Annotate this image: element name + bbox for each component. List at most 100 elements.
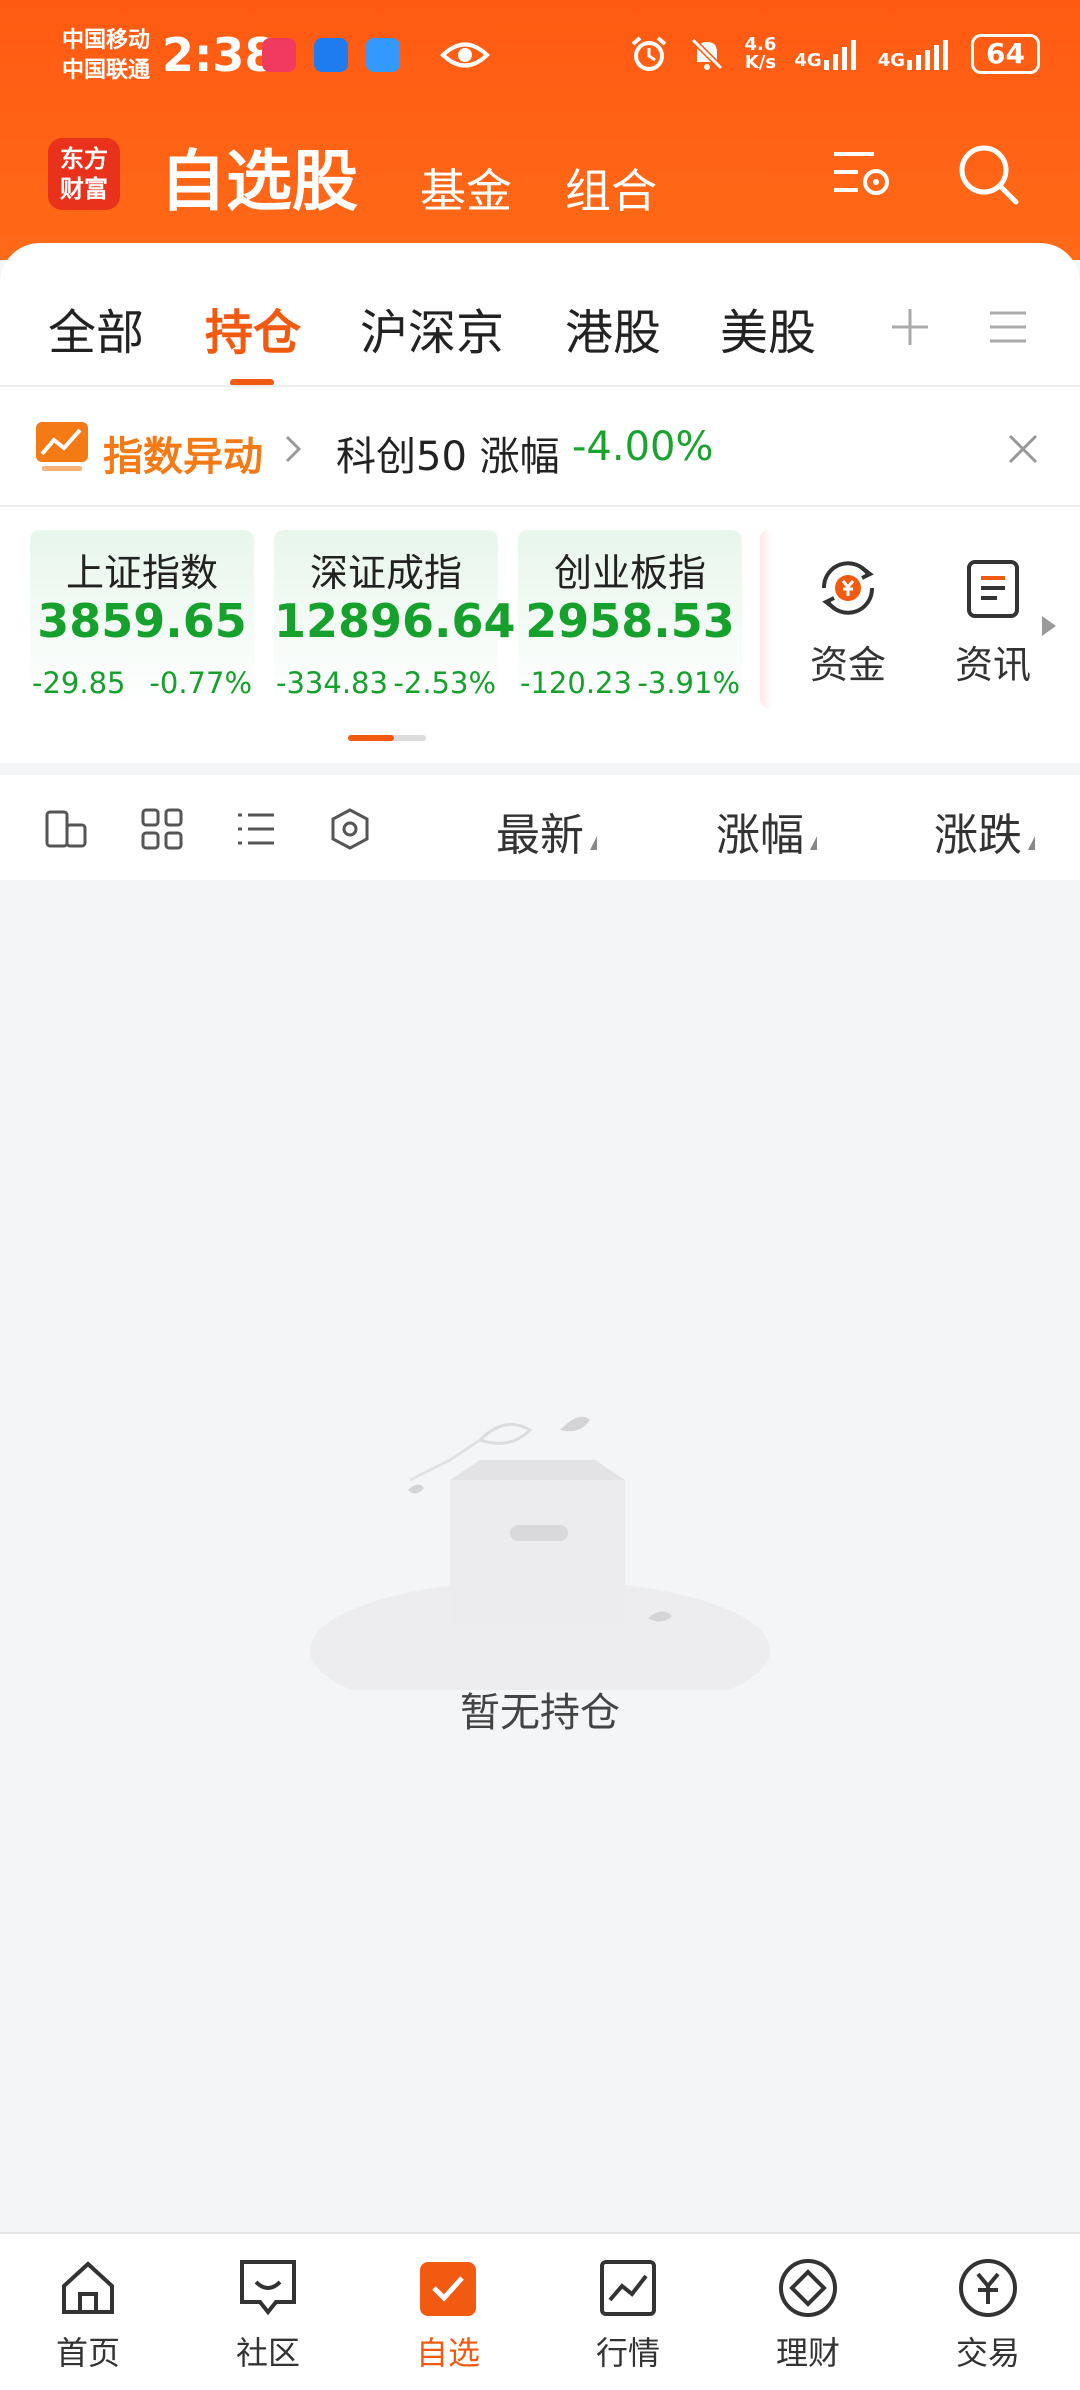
index-percent: -3.91% [637, 666, 740, 700]
alarm-icon [631, 36, 666, 71]
index-percent: -0.77% [149, 666, 252, 700]
tab-holdings[interactable]: 持仓 [205, 293, 301, 363]
clock: 2:38 [162, 28, 277, 82]
carrier-info: 中国移动 中国联通 [62, 26, 150, 86]
index-value: 12896.64 [274, 594, 516, 648]
index-change: -334.83 [276, 666, 388, 700]
nav-market[interactable]: 行情 [568, 2256, 688, 2374]
column-change-pct-label: 涨幅 [716, 810, 804, 861]
index-name: 上证指数 [65, 551, 218, 595]
index-card-partial [760, 530, 772, 708]
weather-icon [366, 38, 400, 72]
home-icon [62, 2261, 114, 2314]
index-card-cy[interactable]: 创业板指 2958.53 -120.23 -3.91% [518, 530, 742, 708]
list-toolbar: 最新 涨幅 涨跌 [0, 765, 1080, 880]
market-icon [600, 2260, 656, 2316]
nav-label: 首页 [55, 2334, 120, 2372]
divider [0, 385, 1080, 387]
nav-watchlist[interactable]: 自选 [388, 2256, 508, 2374]
column-change-label: 涨跌 [934, 810, 1022, 861]
app-logo[interactable]: 东方 财富 [48, 138, 120, 210]
nav-wealth[interactable]: 理财 [748, 2256, 868, 2374]
signal-bars-icon [907, 40, 949, 70]
nav-label: 理财 [775, 2334, 840, 2372]
signal-bars-icon [823, 40, 856, 70]
page-title[interactable]: 自选股 [160, 128, 358, 224]
column-latest-label: 最新 [496, 810, 584, 861]
app-header: 中国移动 中国联通 2:38 4.6 K/s 4G 4G 64 东方 财富 自选… [0, 0, 1080, 260]
sort-icon [590, 836, 597, 850]
news-icon [967, 560, 1019, 618]
carousel-pager-active [348, 735, 394, 741]
tab-all[interactable]: 全部 [48, 293, 144, 363]
index-value: 2958.53 [525, 594, 735, 648]
tab-a-shares[interactable]: 沪深京 [360, 293, 504, 363]
index-card-sh[interactable]: 上证指数 3859.65 -29.85 -0.77% [30, 530, 254, 708]
scroll-right-arrow-icon[interactable] [1040, 614, 1058, 638]
status-right: 4.6 K/s 4G 4G 64 [629, 34, 1040, 74]
index-value: 3859.65 [37, 594, 247, 648]
carrier-2: 中国联通 [62, 58, 151, 83]
bottom-navigation: 首页 社区 自选 行情 理财 交易 [0, 2232, 1080, 2390]
index-alert-bar[interactable]: 指数异动 科创50 涨幅 -4.00% [0, 390, 1080, 505]
nav-trade[interactable]: 交易 [928, 2256, 1048, 2374]
logo-line-1: 东方 [60, 145, 108, 173]
alert-text: 科创50 涨幅 [336, 434, 560, 480]
column-change-pct[interactable]: 涨幅 [716, 799, 817, 863]
index-percent: -2.53% [393, 666, 496, 700]
funds-shortcut[interactable]: 资金 [810, 554, 886, 689]
empty-state-text: 暂无持仓 [460, 1690, 620, 1736]
divider [0, 505, 1080, 507]
net-type-2: 4G [877, 50, 906, 71]
net-speed-unit: K/s [744, 52, 777, 73]
battery-indicator: 64 [971, 34, 1040, 74]
nav-home[interactable]: 首页 [28, 2256, 148, 2374]
funds-label: 资金 [810, 643, 887, 687]
index-change: -120.23 [520, 666, 632, 700]
search-icon[interactable] [956, 142, 1022, 208]
status-bar: 中国移动 中国联通 2:38 4.6 K/s 4G 4G 64 [0, 0, 1080, 120]
community-icon [240, 2260, 296, 2316]
mute-bell-icon [690, 37, 723, 71]
compact-view-icon[interactable] [44, 807, 88, 851]
app-notification-icon [314, 38, 348, 72]
signal-1: 4G [794, 38, 859, 70]
column-latest[interactable]: 最新 [496, 799, 597, 863]
net-speed: 4.6 K/s [745, 36, 777, 72]
wealth-icon [779, 2259, 837, 2317]
nav-label: 自选 [415, 2334, 480, 2372]
grid-view-icon[interactable] [140, 807, 184, 851]
nav-community[interactable]: 社区 [208, 2256, 328, 2374]
news-shortcut[interactable]: 资讯 [955, 554, 1031, 689]
net-type-1: 4G [794, 50, 822, 71]
funds-flow-icon [821, 561, 875, 615]
nav-label: 行情 [595, 2334, 660, 2372]
menu-icon[interactable] [988, 305, 1028, 349]
tab-fund[interactable]: 基金 [420, 155, 512, 221]
tab-us-stocks[interactable]: 美股 [720, 293, 816, 363]
index-name: 深证成指 [309, 551, 462, 595]
empty-box-illustration [310, 1416, 770, 1690]
list-view-icon[interactable] [234, 807, 278, 851]
add-group-icon[interactable] [888, 305, 932, 349]
settings-hex-icon[interactable] [328, 807, 372, 851]
watchlist-settings-icon[interactable] [828, 142, 894, 208]
index-name: 创业板指 [553, 551, 706, 595]
carrier-1: 中国移动 [62, 28, 151, 53]
eye-comfort-icon [440, 42, 490, 68]
close-icon[interactable] [1006, 432, 1040, 466]
trade-icon [959, 2259, 1017, 2317]
huawei-store-icon [262, 38, 296, 72]
nav-label: 社区 [235, 2334, 300, 2372]
alert-percent: -4.00% [572, 424, 714, 470]
tab-hk-stocks[interactable]: 港股 [565, 293, 661, 363]
column-change[interactable]: 涨跌 [934, 799, 1035, 863]
logo-line-2: 财富 [60, 175, 108, 203]
index-card-sz[interactable]: 深证成指 12896.64 -334.83 -2.53% [274, 530, 516, 708]
nav-label: 交易 [955, 2334, 1020, 2372]
chevron-right-icon [285, 435, 302, 463]
watchlist-tabs: 全部 持仓 沪深京 港股 美股 [0, 285, 1080, 386]
tab-portfolio[interactable]: 组合 [565, 155, 657, 221]
signal-2: 4G [878, 38, 953, 70]
index-alert-icon [36, 422, 88, 471]
